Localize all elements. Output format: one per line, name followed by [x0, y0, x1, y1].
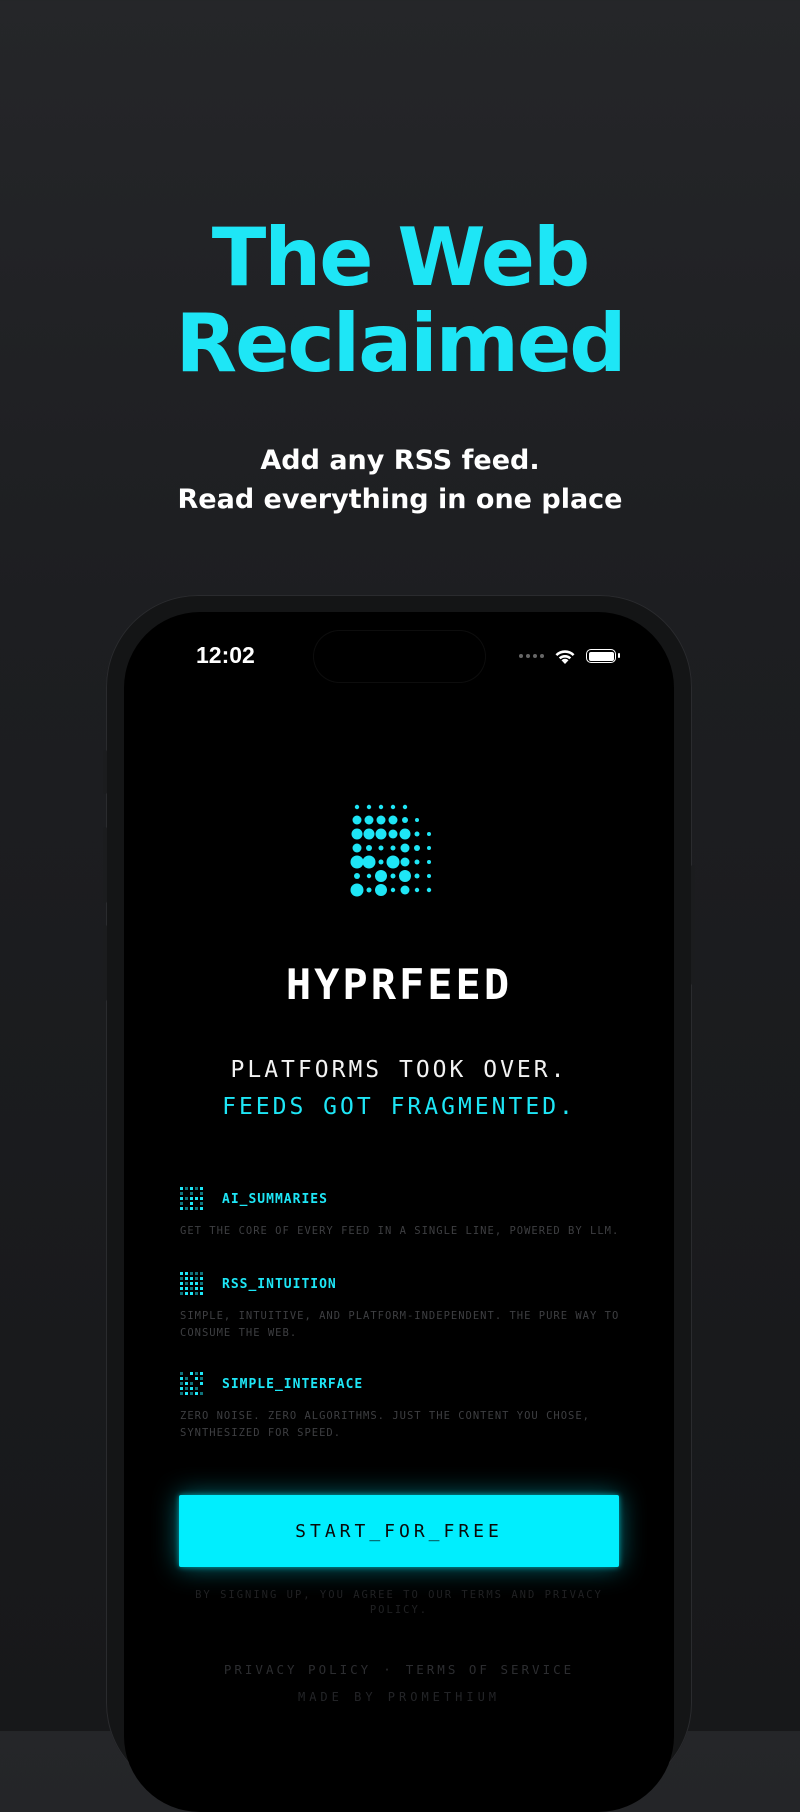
- feature-description: ZERO NOISE. ZERO ALGORITHMS. JUST THE CO…: [180, 1410, 591, 1439]
- phone-screen: 12:02 HYPRFEED PLATFORMS TOOK OVER. FEED…: [124, 612, 674, 1812]
- footer-links: PRIVACY POLICY · TERMS OF SERVICE: [124, 1662, 674, 1677]
- start-for-free-button[interactable]: START_FOR_FREE: [179, 1495, 619, 1567]
- terms-of-service-link[interactable]: TERMS OF SERVICE: [406, 1662, 574, 1677]
- feature-title: RSS_INTUITION: [222, 1276, 337, 1292]
- hero-subtitle-line-1: Add any RSS feed.: [260, 445, 540, 476]
- feature-title: SIMPLE_INTERFACE: [222, 1376, 364, 1392]
- power-button: [691, 865, 695, 985]
- tagline-line-2: FEEDS GOT FRAGMENTED.: [222, 1094, 576, 1120]
- legal-notice: BY SIGNING UP, YOU AGREE TO OUR TERMS AN…: [195, 1589, 603, 1616]
- dynamic-island: [314, 631, 485, 682]
- tagline: PLATFORMS TOOK OVER. FEEDS GOT FRAGMENTE…: [124, 1052, 674, 1126]
- volume-up-button: [103, 827, 107, 903]
- hyprfeed-logo-icon: [350, 804, 432, 897]
- hero-title-line-1: The Web: [211, 211, 591, 304]
- feature-description: SIMPLE, INTUITIVE, AND PLATFORM-INDEPEND…: [180, 1310, 620, 1339]
- battery-icon: [586, 649, 620, 663]
- simple-interface-icon: [180, 1372, 203, 1395]
- made-by-credit: MADE BY PROMETHIUM: [297, 1690, 501, 1704]
- footer-separator: ·: [383, 1662, 394, 1677]
- ai-summaries-icon: [180, 1187, 203, 1210]
- feature-ai-summaries: AI_SUMMARIES GET THE CORE OF EVERY FEED …: [180, 1187, 620, 1240]
- feature-simple-interface: SIMPLE_INTERFACE ZERO NOISE. ZERO ALGORI…: [180, 1372, 620, 1442]
- hero-subtitle: Add any RSS feed. Read everything in one…: [0, 441, 800, 519]
- hero-title-line-2: Reclaimed: [175, 297, 627, 390]
- status-time: 12:02: [196, 642, 255, 668]
- privacy-policy-link[interactable]: PRIVACY POLICY: [224, 1662, 371, 1677]
- feature-title: AI_SUMMARIES: [222, 1191, 328, 1207]
- status-icons: [519, 646, 620, 666]
- feature-description: GET THE CORE OF EVERY FEED IN A SINGLE L…: [180, 1225, 620, 1237]
- hero-title: The Web Reclaimed: [0, 215, 800, 387]
- rss-intuition-icon: [180, 1272, 203, 1295]
- tagline-line-1: PLATFORMS TOOK OVER.: [230, 1057, 568, 1083]
- feature-rss-intuition: RSS_INTUITION SIMPLE, INTUITIVE, AND PLA…: [180, 1272, 620, 1342]
- wifi-icon: [555, 649, 575, 664]
- mute-switch: [103, 750, 107, 794]
- hero-subtitle-line-2: Read everything in one place: [177, 484, 623, 515]
- app-brand-name: HYPRFEED: [285, 960, 513, 1009]
- volume-down-button: [103, 925, 107, 1001]
- signal-icon: [519, 654, 544, 658]
